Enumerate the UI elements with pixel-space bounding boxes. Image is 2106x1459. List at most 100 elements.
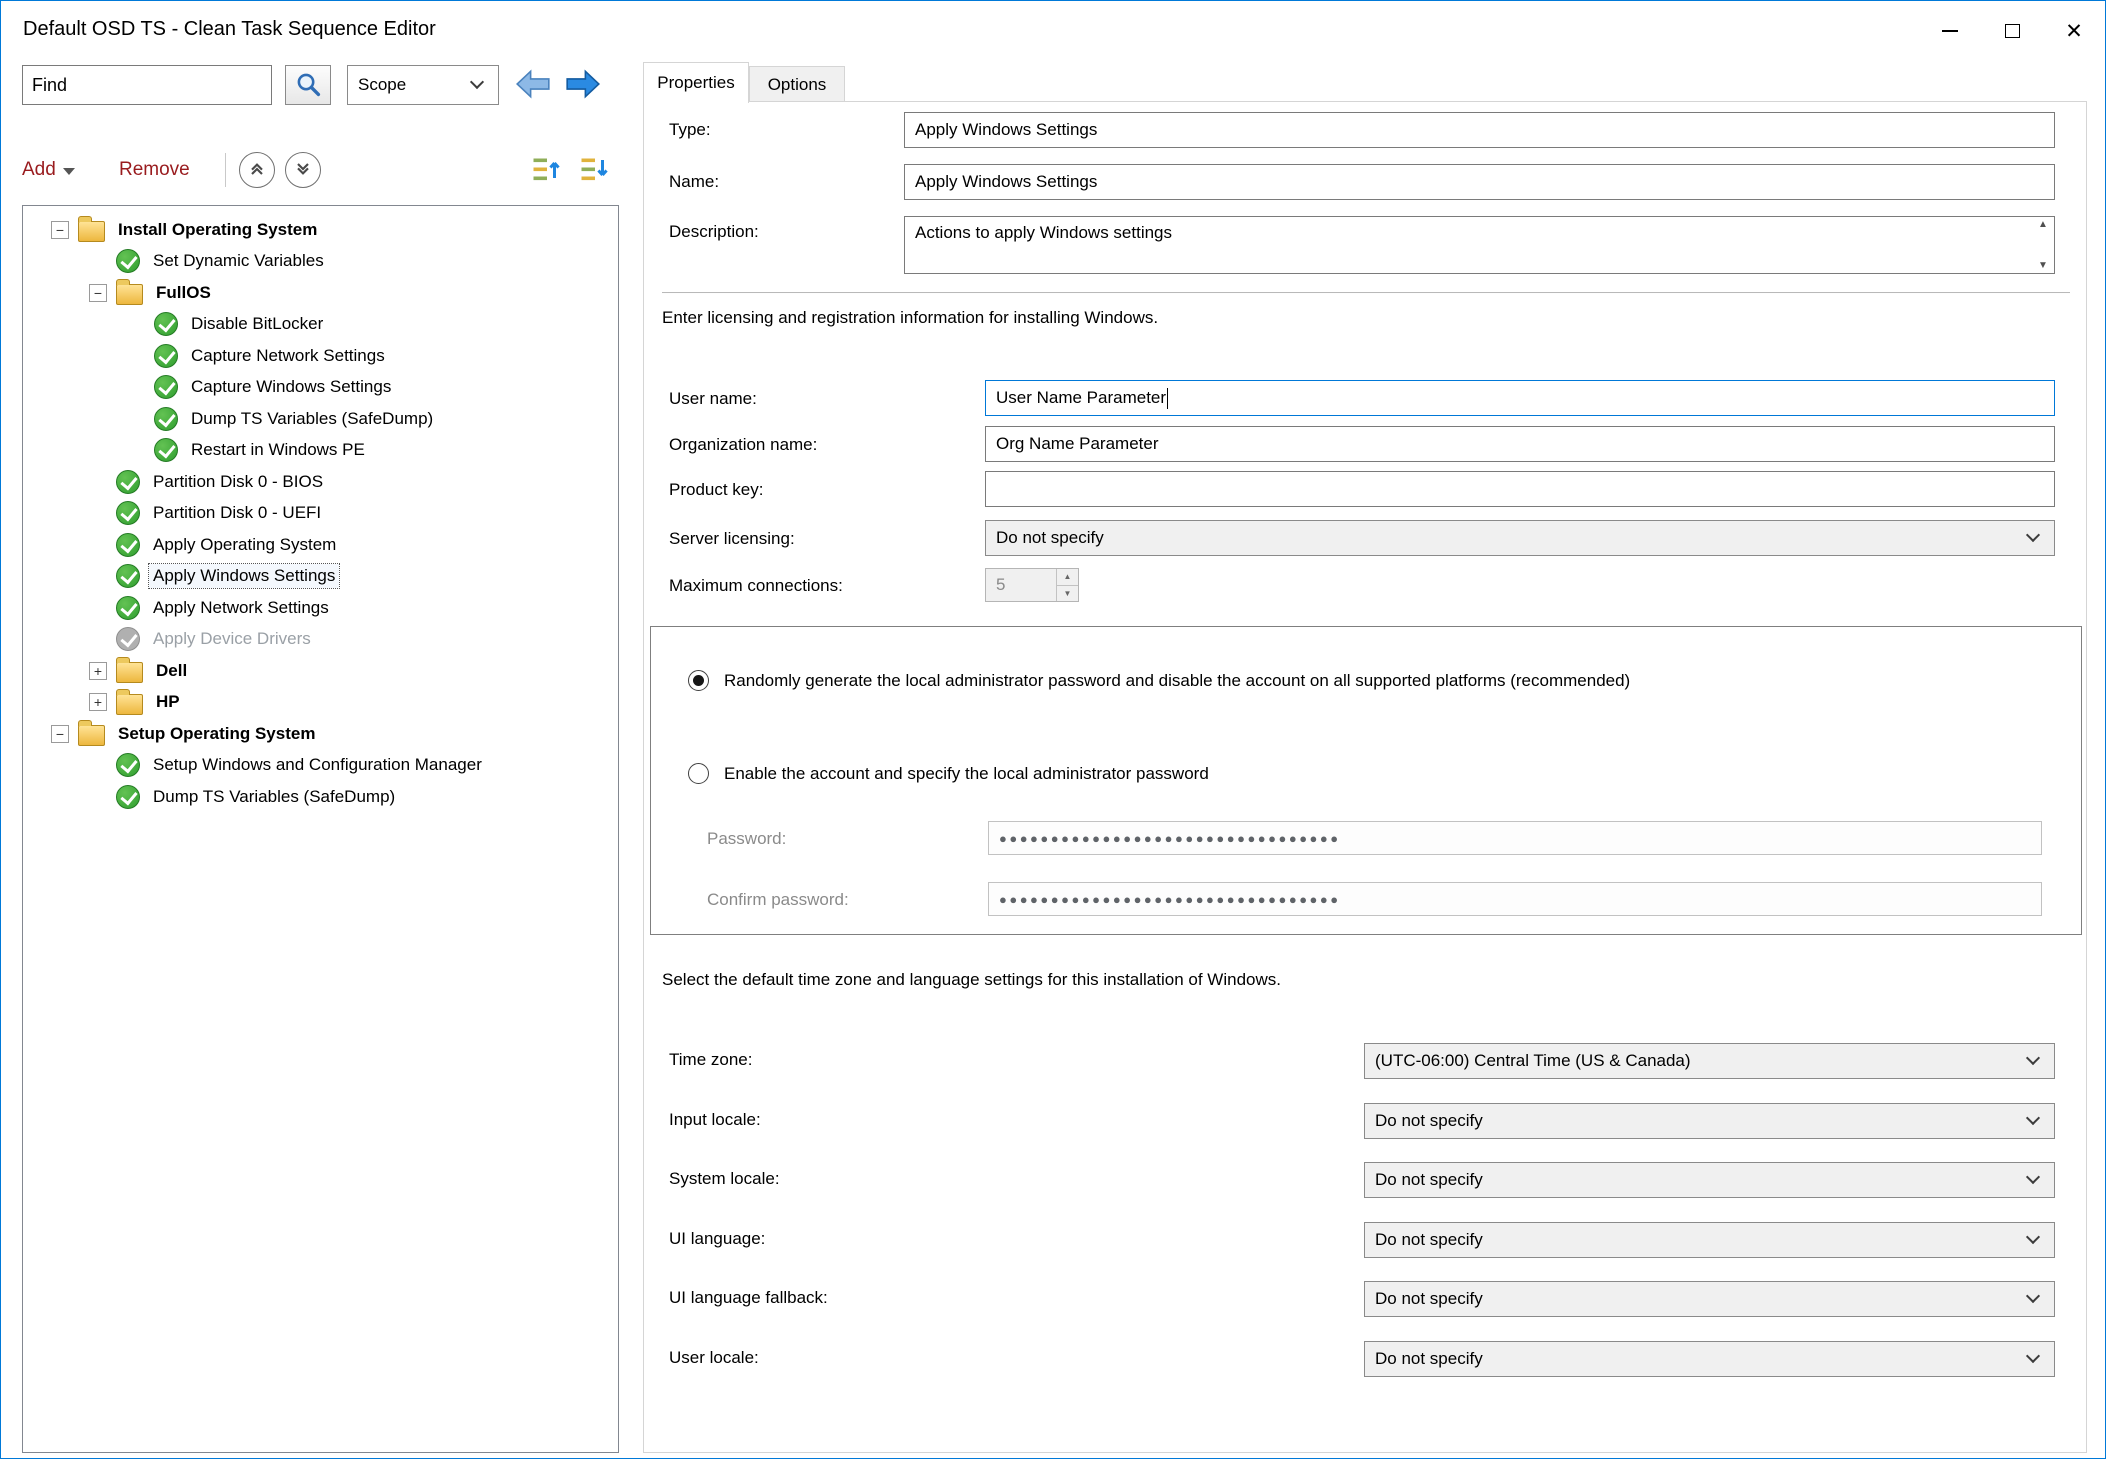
find-input[interactable] bbox=[22, 65, 272, 105]
step-check-icon bbox=[116, 533, 140, 557]
name-label: Name: bbox=[669, 172, 719, 192]
collapse-all-button[interactable] bbox=[239, 152, 275, 188]
expand-tree-icon bbox=[530, 154, 564, 187]
tree-item[interactable]: − Setup Operating System bbox=[23, 718, 618, 750]
tree-item-label: Dump TS Variables (SafeDump) bbox=[187, 407, 437, 431]
tab-options[interactable]: Options bbox=[749, 66, 845, 102]
locale-select-value: (UTC-06:00) Central Time (US & Canada) bbox=[1375, 1051, 1691, 1071]
tree-item-label: Install Operating System bbox=[114, 218, 321, 242]
radio-selected-icon[interactable] bbox=[688, 670, 709, 691]
tree-item-label: Set Dynamic Variables bbox=[149, 249, 328, 273]
locale-row-label: Input locale: bbox=[669, 1110, 761, 1130]
tree-item[interactable]: Setup Windows and Configuration Manager bbox=[23, 750, 618, 782]
group-folder-icon bbox=[78, 221, 105, 242]
navigate-forward-button[interactable] bbox=[561, 67, 605, 103]
tree-item[interactable]: Capture Windows Settings bbox=[23, 372, 618, 404]
remove-button-label: Remove bbox=[119, 159, 190, 181]
task-sequence-editor-window: Default OSD TS - Clean Task Sequence Edi… bbox=[0, 0, 2106, 1459]
add-button-label: Add bbox=[22, 159, 56, 181]
name-field[interactable]: Apply Windows Settings bbox=[904, 164, 2055, 200]
enable-account-label: Enable the account and specify the local… bbox=[724, 764, 1209, 784]
tree-item[interactable]: Disable BitLocker bbox=[23, 309, 618, 341]
description-field[interactable]: Actions to apply Windows settings ▲ ▼ bbox=[904, 216, 2055, 274]
group-folder-icon bbox=[116, 284, 143, 305]
tree-item[interactable]: Restart in Windows PE bbox=[23, 435, 618, 467]
scroll-down-icon[interactable]: ▼ bbox=[2038, 260, 2048, 271]
collapse-node-icon[interactable]: − bbox=[51, 221, 69, 239]
close-button[interactable]: ✕ bbox=[2043, 1, 2105, 61]
product-key-input[interactable] bbox=[985, 471, 2055, 507]
scope-select-value: Scope bbox=[358, 75, 406, 95]
expand-all-button[interactable] bbox=[285, 152, 321, 188]
tree-item-label: Partition Disk 0 - BIOS bbox=[149, 470, 327, 494]
step-check-icon bbox=[116, 596, 140, 620]
user-name-value: User Name Parameter bbox=[996, 388, 1166, 408]
expand-node-icon[interactable]: + bbox=[89, 662, 107, 680]
scroll-up-icon[interactable]: ▲ bbox=[2038, 219, 2048, 230]
double-chevron-up-icon bbox=[247, 159, 267, 182]
tree-item[interactable]: Partition Disk 0 - UEFI bbox=[23, 498, 618, 530]
server-licensing-label: Server licensing: bbox=[669, 529, 795, 549]
tree-item[interactable]: +Dell bbox=[23, 655, 618, 687]
chevron-down-icon bbox=[2026, 1051, 2040, 1065]
tab-properties[interactable]: Properties bbox=[643, 62, 749, 103]
add-dropdown-caret-icon bbox=[63, 168, 75, 175]
tree-item[interactable]: Apply Device Drivers bbox=[23, 624, 618, 656]
user-name-input[interactable]: User Name Parameter bbox=[985, 380, 2055, 416]
spinner-down-icon[interactable]: ▼ bbox=[1057, 586, 1078, 602]
locale-select[interactable]: (UTC-06:00) Central Time (US & Canada) bbox=[1364, 1043, 2055, 1079]
back-arrow-icon bbox=[514, 68, 552, 103]
tree-item[interactable]: Set Dynamic Variables bbox=[23, 246, 618, 278]
collapse-node-icon[interactable]: − bbox=[51, 725, 69, 743]
type-field: Apply Windows Settings bbox=[904, 112, 2055, 148]
tree-item[interactable]: − Install Operating System bbox=[23, 214, 618, 246]
radio-unselected-icon[interactable] bbox=[688, 763, 709, 784]
group-folder-icon bbox=[116, 694, 143, 715]
tree-item[interactable]: −FullOS bbox=[23, 277, 618, 309]
step-check-icon bbox=[116, 249, 140, 273]
remove-button[interactable]: Remove bbox=[119, 151, 190, 189]
expand-tree-button[interactable] bbox=[525, 151, 569, 189]
locale-select[interactable]: Do not specify bbox=[1364, 1103, 2055, 1139]
expand-node-icon[interactable]: + bbox=[89, 693, 107, 711]
search-button[interactable] bbox=[285, 65, 331, 105]
locale-select[interactable]: Do not specify bbox=[1364, 1281, 2055, 1317]
tree-item[interactable]: + HP bbox=[23, 687, 618, 719]
locale-row-label: Time zone: bbox=[669, 1050, 752, 1070]
tree-item[interactable]: Apply Windows Settings bbox=[23, 561, 618, 593]
server-licensing-select[interactable]: Do not specify bbox=[985, 520, 2055, 556]
organization-name-input[interactable]: Org Name Parameter bbox=[985, 426, 2055, 462]
scope-select[interactable]: Scope bbox=[347, 65, 499, 105]
tree-item[interactable]: Capture Network Settings bbox=[23, 340, 618, 372]
tree-item-label: HP bbox=[152, 690, 184, 714]
random-password-option[interactable]: Randomly generate the local administrato… bbox=[688, 670, 1630, 691]
navigate-back-button[interactable] bbox=[511, 67, 555, 103]
maximize-button[interactable] bbox=[1981, 1, 2043, 61]
locale-select[interactable]: Do not specify bbox=[1364, 1341, 2055, 1377]
tree-item[interactable]: Dump TS Variables (SafeDump) bbox=[23, 781, 618, 813]
step-check-icon bbox=[116, 501, 140, 525]
spinner-up-icon[interactable]: ▲ bbox=[1057, 569, 1078, 586]
locale-select[interactable]: Do not specify bbox=[1364, 1162, 2055, 1198]
locale-select[interactable]: Do not specify bbox=[1364, 1222, 2055, 1258]
add-button[interactable]: Add bbox=[22, 151, 75, 189]
collapse-node-icon[interactable]: − bbox=[89, 284, 107, 302]
chevron-down-icon bbox=[2026, 1289, 2040, 1303]
tree-item-label: Setup Operating System bbox=[114, 722, 319, 746]
title-bar[interactable]: Default OSD TS - Clean Task Sequence Edi… bbox=[1, 1, 2105, 61]
tree-item[interactable]: Dump TS Variables (SafeDump) bbox=[23, 403, 618, 435]
description-scrollbar[interactable]: ▲ ▼ bbox=[2034, 219, 2052, 271]
tree-item-label: Apply Operating System bbox=[149, 533, 340, 557]
window-title: Default OSD TS - Clean Task Sequence Edi… bbox=[23, 18, 436, 41]
collapse-tree-button[interactable] bbox=[573, 151, 617, 189]
tree-item[interactable]: Apply Operating System bbox=[23, 529, 618, 561]
enable-account-option[interactable]: Enable the account and specify the local… bbox=[688, 763, 1209, 784]
type-label: Type: bbox=[669, 120, 711, 140]
tree-item-label: Apply Network Settings bbox=[149, 596, 333, 620]
tree-item[interactable]: Apply Network Settings bbox=[23, 592, 618, 624]
task-sequence-tree[interactable]: − Install Operating System Set Dynamic Var… bbox=[22, 205, 619, 1453]
minimize-button[interactable] bbox=[1919, 1, 1981, 61]
tree-item[interactable]: Partition Disk 0 - BIOS bbox=[23, 466, 618, 498]
forward-arrow-icon bbox=[564, 68, 602, 103]
organization-name-value: Org Name Parameter bbox=[996, 434, 1159, 454]
